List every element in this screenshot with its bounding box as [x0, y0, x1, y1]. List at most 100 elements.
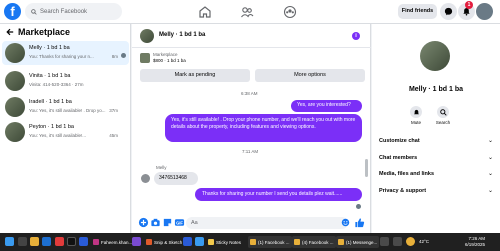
back-arrow-icon[interactable] [6, 28, 14, 36]
chat-members-row[interactable]: Chat members ⌄ [379, 154, 493, 162]
conversation-snippet: You: Yes, it's still available!... [29, 133, 86, 138]
file-explorer-icon[interactable] [30, 237, 39, 246]
marketplace-listing-card: Marketplace $800 · 1 bd 1 ba Mark as pen… [140, 51, 365, 86]
chat-panel: Melly · 1 bd 1 ba i Marketplace $800 · 1… [132, 24, 371, 233]
app-icon[interactable] [183, 237, 192, 246]
taskbar-app-button[interactable]: (4) Facebook ... [292, 236, 336, 248]
friends-icon[interactable] [240, 5, 254, 19]
messenger-button[interactable] [440, 3, 457, 20]
listing-avatar [420, 41, 450, 71]
home-icon[interactable] [198, 5, 212, 19]
row-label: Chat members [379, 154, 418, 161]
app-icon [93, 239, 99, 245]
message-input[interactable]: Aa [186, 217, 348, 229]
plus-circle-icon[interactable] [138, 217, 149, 228]
taskbar-app-button[interactable]: (1) Messenge... [336, 236, 380, 248]
message-timestamp: 7:11 AM [242, 149, 259, 154]
app-icon[interactable] [55, 237, 64, 246]
chat-title[interactable]: Melly · 1 bd 1 ba [159, 32, 205, 38]
chat-header: Melly · 1 bd 1 ba i [132, 24, 371, 48]
conversation-snippet: You: Yes, it's still available! . Drop y… [29, 108, 106, 113]
message-composer: GIF Aa [132, 213, 371, 233]
svg-text:GIF: GIF [176, 220, 183, 225]
taskbar-app-label: Faheem.khan... [101, 239, 133, 245]
conversation-time: 8m [111, 54, 118, 59]
taskbar-app-label: (1) Facebook ... [258, 239, 290, 245]
facebook-logo[interactable]: f [4, 3, 21, 20]
taskbar-app-label: (4) Facebook ... [302, 239, 334, 245]
row-label: Privacy & support [379, 187, 427, 194]
chevron-down-icon: ⌄ [487, 188, 493, 194]
gif-icon[interactable]: GIF [174, 217, 185, 228]
mark-as-pending-button[interactable]: Mark as pending [140, 69, 250, 82]
app-icon[interactable] [132, 237, 141, 246]
search-icon[interactable] [18, 237, 27, 246]
conversation-name: Melly · 1 bd 1 ba [29, 45, 70, 51]
conversation-item[interactable]: Vinita · 1 bd 1 ba Vinita: 414-520-3364 … [2, 69, 129, 93]
account-avatar[interactable] [476, 3, 493, 20]
conversation-snippet: Vinita: 414-520-3364 · 27m [29, 82, 84, 87]
start-icon[interactable] [5, 237, 14, 246]
customize-chat-row[interactable]: Customize chat ⌄ [379, 137, 493, 145]
search-in-conversation-button[interactable]: Search [433, 106, 453, 125]
bell-icon [413, 109, 419, 114]
emoji-icon[interactable] [341, 218, 350, 227]
listing-price: $800 · 1 bd 1 ba [153, 58, 186, 63]
mute-label: Mute [410, 120, 421, 125]
chrome-icon [338, 239, 344, 245]
conversation-time: 45m [109, 133, 118, 138]
app-icon[interactable] [79, 237, 88, 246]
taskbar-app-button[interactable]: (1) Facebook ... [248, 236, 292, 248]
windows-taskbar: Faheem.khan... Snip & Sketch Sticky Note… [0, 233, 500, 251]
marketplace-label: Marketplace [153, 52, 178, 57]
taskbar-app-label: Snip & Sketch [154, 239, 183, 245]
outgoing-message: Yes, are you interested? [291, 100, 362, 112]
conversation-details-panel: Melly · 1 bd 1 ba Mute Search Customize … [372, 24, 500, 233]
tiktok-icon[interactable] [67, 237, 76, 246]
edge-icon[interactable] [42, 237, 51, 246]
app-icon[interactable] [393, 237, 402, 246]
sender-avatar [141, 174, 150, 183]
mute-button[interactable]: Mute [406, 106, 426, 125]
media-files-links-row[interactable]: Media, files and links ⌄ [379, 170, 493, 178]
taskbar-app-button[interactable]: Faheem.khan... [91, 236, 134, 248]
conversation-title: Melly · 1 bd 1 ba [408, 86, 464, 93]
sticker-icon[interactable] [162, 217, 173, 228]
taskbar-app-button[interactable]: Sticky Notes [206, 236, 243, 248]
sender-name: Melly [156, 165, 167, 170]
weather-icon[interactable] [406, 237, 415, 246]
seen-avatar [356, 204, 361, 209]
camera-icon[interactable] [150, 217, 161, 228]
search-placeholder: Search Facebook [40, 8, 88, 15]
thumbs-up-icon[interactable] [354, 217, 365, 228]
search-label: Search [435, 120, 451, 125]
chat-scrollbar[interactable] [365, 159, 368, 177]
taskbar-app-button[interactable]: Snip & Sketch [144, 236, 184, 248]
search-input[interactable]: Search Facebook [25, 3, 122, 20]
sidebar-title: Marketplace [18, 27, 71, 37]
privacy-support-row[interactable]: Privacy & support ⌄ [379, 187, 493, 195]
taskbar-app-label: (1) Messenge... [346, 239, 378, 245]
system-clock[interactable]: 7:26 AM 6/19/2025 [455, 236, 485, 248]
messenger-icon [444, 7, 453, 16]
conversation-name: Iradell · 1 bd 1 ba [29, 99, 72, 105]
row-label: Customize chat [379, 137, 420, 144]
app-icon[interactable] [195, 237, 204, 246]
search-icon [439, 108, 447, 116]
chevron-down-icon: ⌄ [487, 138, 493, 144]
app-icon[interactable] [380, 237, 389, 246]
chrome-icon [250, 239, 256, 245]
conversation-name: Peyton · 1 bd 1 ba [29, 124, 74, 130]
conversation-item[interactable]: Melly · 1 bd 1 ba You: Thanks for sharin… [2, 41, 129, 65]
find-friends-button[interactable]: Find friends [398, 4, 437, 19]
search-icon [31, 8, 37, 15]
conversation-item[interactable]: Iradell · 1 bd 1 ba You: Yes, it's still… [2, 95, 129, 119]
info-icon[interactable]: i [352, 32, 360, 40]
conversation-item[interactable]: Peyton · 1 bd 1 ba You: Yes, it's still … [2, 120, 129, 144]
groups-icon[interactable] [283, 5, 297, 19]
sidebar-header: Marketplace [6, 27, 70, 37]
outgoing-message: Thanks for sharing your number I send yo… [195, 188, 362, 201]
more-options-button[interactable]: More options [255, 69, 365, 82]
chrome-icon [294, 239, 300, 245]
facebook-marketplace-messenger-window: f Search Facebook Find friends 1 Marketp… [0, 0, 500, 251]
